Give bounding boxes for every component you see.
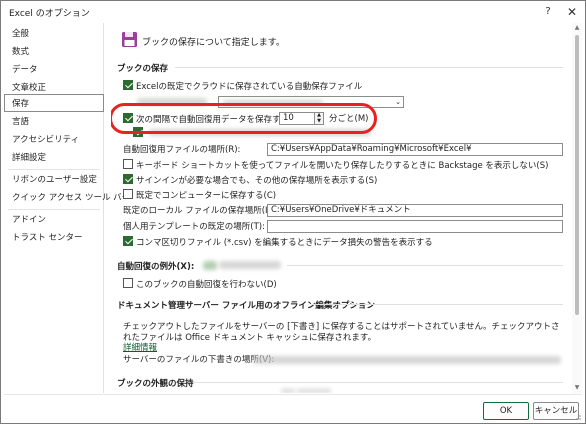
section-autorecover-exceptions: 自動回復の例外(X): [117, 262, 195, 272]
title-bar: Excel のオプション ? ✕ [1, 1, 585, 23]
section-preserve-appearance: ブックの外観の保持 [117, 379, 194, 389]
sidebar-item-data[interactable]: データ [4, 61, 104, 79]
checkbox-checked[interactable] [123, 236, 133, 246]
obscured-workbook-name [219, 261, 281, 269]
save-options-pane: ブックの保存について指定します。 ブックの保存 Excelの既定でクラウドに保存… [111, 23, 567, 393]
sidebar-divider [8, 209, 100, 210]
sidebar-item-advanced[interactable]: 詳細設定 [4, 149, 104, 167]
sidebar-item-save[interactable]: 保存 [4, 94, 104, 112]
sidebar-item-quick-access-toolbar[interactable]: クイック アクセス ツール バー [4, 189, 130, 207]
section-divider [287, 265, 563, 266]
autosave-cloud-checkbox[interactable]: Excelの既定でクラウドに保存されている自動保存ファイル [123, 80, 362, 93]
obscured-workbook-icon [203, 261, 217, 270]
save-to-computer-label: 既定でコンピューターに保存する(C) [136, 191, 277, 201]
personal-templates-input[interactable] [267, 220, 563, 233]
checkbox-checked[interactable] [123, 80, 133, 90]
disable-autorecover-checkbox[interactable]: このブックの自動回復を行わない(D) [123, 278, 277, 291]
autorecover-path-input[interactable]: C:¥Users¥AppData¥Roaming¥Microsoft¥Excel… [267, 143, 563, 156]
show-additional-places-label: サインインが必要な場合でも、その他の保存場所を表示する(S) [136, 176, 378, 186]
checkbox-unchecked[interactable] [123, 278, 133, 288]
csv-warning-label: コンマ区切りファイル (*.csv) を編集するときにデータ損失の警告を表示する [136, 238, 433, 248]
sidebar-divider [8, 169, 100, 170]
details-link[interactable]: 詳細情報 [123, 341, 157, 353]
save-to-computer-checkbox[interactable]: 既定でコンピューターに保存する(C) [123, 189, 276, 202]
server-drafts-label: サーバーのファイルの下書きの場所(V): [123, 355, 275, 365]
section-divider [193, 382, 563, 383]
show-additional-places-checkbox[interactable]: サインインが必要な場合でも、その他の保存場所を表示する(S) [123, 174, 377, 187]
autorecover-path-label: 自動回復用ファイルの場所(R): [123, 145, 241, 155]
window-title: Excel のオプション [9, 9, 90, 19]
default-local-location-input[interactable]: C:¥Users¥OneDrive¥ドキュメント [267, 204, 563, 217]
ok-button[interactable]: OK [483, 402, 529, 420]
save-disk-icon [122, 32, 137, 47]
highlight-annotation [111, 103, 377, 134]
scroll-down-icon[interactable]: ▼ [572, 383, 582, 393]
sidebar-item-language[interactable]: 言語 [4, 113, 104, 131]
obscured-content [281, 389, 295, 393]
no-backstage-label: キーボード ショートカットを使ってファイルを開いたり保存したりするときに Bac… [136, 161, 549, 171]
checkbox-checked[interactable] [123, 174, 133, 184]
options-sidebar: 全般 数式 データ 文章校正 保存 言語 アクセシビリティ 詳細設定 リボンのユ… [4, 23, 130, 393]
help-button[interactable]: ? [537, 3, 559, 21]
obscured-content [297, 389, 331, 393]
scrollbar-thumb[interactable] [575, 35, 579, 315]
page-description: ブックの保存について指定します。 [142, 38, 285, 48]
section-divider [175, 67, 563, 68]
sidebar-item-customize-ribbon[interactable]: リボンのユーザー設定 [4, 171, 104, 189]
scroll-up-icon[interactable]: ▲ [572, 23, 582, 33]
chevron-down-icon: ⌄ [395, 98, 401, 106]
sidebar-item-trust-center[interactable]: トラスト センター [4, 229, 104, 247]
section-save-workbooks: ブックの保存 [117, 64, 169, 74]
resize-grip-icon[interactable] [573, 412, 581, 420]
sidebar-item-addins[interactable]: アドイン [4, 211, 104, 229]
disable-autorecover-label: このブックの自動回復を行わない(D) [136, 280, 277, 290]
offline-description: チェックアウトしたファイルをサーバーの [下書き] に保存することはサポートされ… [123, 322, 560, 343]
csv-warning-checkbox[interactable]: コンマ区切りファイル (*.csv) を編集するときにデータ損失の警告を表示する [123, 236, 433, 249]
vertical-scrollbar[interactable]: ▲ ▼ [572, 23, 582, 393]
section-divider [311, 304, 563, 305]
autosave-cloud-label: Excelの既定でクラウドに保存されている自動保存ファイル [136, 82, 363, 92]
obscured-server-drafts-path [253, 356, 561, 364]
footer-divider [4, 394, 582, 395]
checkbox-unchecked[interactable] [123, 159, 133, 169]
sidebar-item-formulas[interactable]: 数式 [4, 43, 104, 61]
checkbox-unchecked[interactable] [123, 189, 133, 199]
sidebar-item-accessibility[interactable]: アクセシビリティ [4, 131, 104, 149]
no-backstage-checkbox[interactable]: キーボード ショートカットを使ってファイルを開いたり保存したりするときに Bac… [123, 159, 548, 172]
default-local-location-label: 既定のローカル ファイルの保存場所(I): [123, 206, 274, 216]
excel-options-dialog: Excel のオプション ? ✕ 全般 数式 データ 文章校正 保存 言語 アク… [0, 0, 586, 424]
section-offline-editing: ドキュメント管理サーバー ファイル用のオフライン編集オプション [117, 301, 375, 311]
close-button[interactable]: ✕ [561, 3, 583, 21]
sidebar-item-general[interactable]: 全般 [4, 25, 104, 43]
personal-templates-label: 個人用テンプレートの既定の場所(T): [123, 222, 265, 232]
